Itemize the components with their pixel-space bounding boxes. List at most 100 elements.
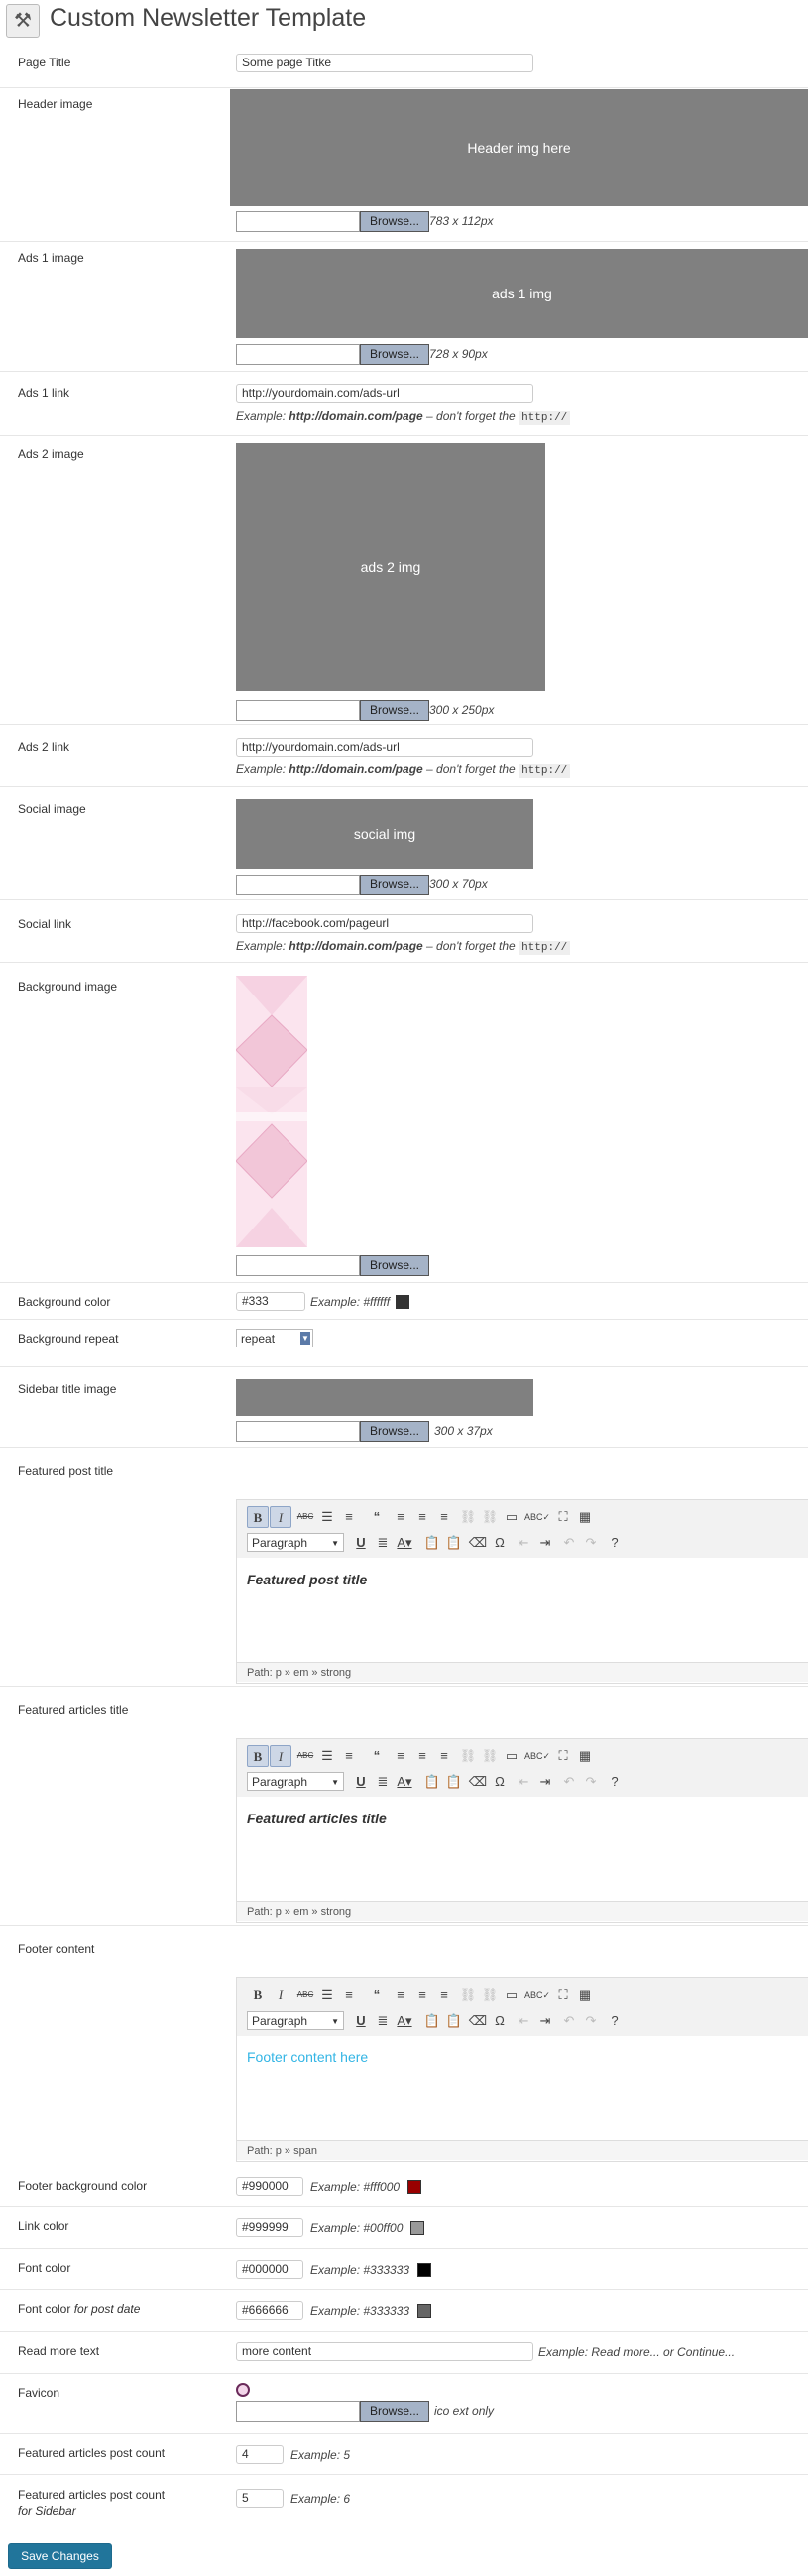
- header-image-file[interactable]: Browse...: [236, 211, 432, 232]
- file-input[interactable]: [236, 1255, 360, 1276]
- kitchen-sink-icon[interactable]: ▦: [574, 1745, 596, 1767]
- kitchen-sink-icon[interactable]: ▦: [574, 1984, 596, 2006]
- ads2-link-input[interactable]: [236, 738, 533, 757]
- ads1-link-input[interactable]: [236, 384, 533, 403]
- kitchen-sink-icon[interactable]: ▦: [574, 1506, 596, 1528]
- help-icon[interactable]: ?: [604, 1532, 626, 1554]
- redo-icon[interactable]: ↷: [580, 1532, 602, 1554]
- fullscreen-icon[interactable]: ⛶: [552, 1745, 574, 1767]
- font-color-input[interactable]: [236, 2260, 303, 2279]
- more-icon[interactable]: ▭: [501, 1506, 522, 1528]
- browse-button[interactable]: Browse...: [360, 2401, 429, 2422]
- link-icon[interactable]: ⛓: [457, 1984, 479, 2006]
- social-image-file[interactable]: Browse...: [236, 875, 432, 895]
- sidebar-post-count-input[interactable]: [236, 2489, 284, 2508]
- redo-icon[interactable]: ↷: [580, 1771, 602, 1793]
- special-char-icon[interactable]: Ω: [489, 2010, 511, 2032]
- fullscreen-icon[interactable]: ⛶: [552, 1984, 574, 2006]
- special-char-icon[interactable]: Ω: [489, 1771, 511, 1793]
- bold-icon[interactable]: B: [247, 1506, 269, 1528]
- ads2-image-file[interactable]: Browse...: [236, 700, 432, 721]
- align-right-icon[interactable]: ≡: [433, 1506, 455, 1528]
- bullet-list-icon[interactable]: ☰: [316, 1506, 338, 1528]
- bold-icon[interactable]: B: [247, 1745, 269, 1767]
- bold-icon[interactable]: B: [247, 1984, 269, 2006]
- file-input[interactable]: [236, 700, 360, 721]
- outdent-icon[interactable]: ⇤: [513, 1532, 534, 1554]
- remove-format-icon[interactable]: ⌫: [467, 2010, 489, 2032]
- format-select[interactable]: Paragraph ▼: [247, 1772, 344, 1791]
- blockquote-icon[interactable]: “: [366, 1506, 388, 1528]
- file-input[interactable]: [236, 2401, 360, 2422]
- align-left-icon[interactable]: ≡: [390, 1745, 411, 1767]
- align-left-icon[interactable]: ≡: [390, 1984, 411, 2006]
- bullet-list-icon[interactable]: ☰: [316, 1745, 338, 1767]
- numbered-list-icon[interactable]: ≡: [338, 1984, 360, 2006]
- indent-icon[interactable]: ⇥: [534, 1532, 556, 1554]
- help-icon[interactable]: ?: [604, 1771, 626, 1793]
- spellcheck-icon[interactable]: ABC✓: [524, 1745, 550, 1767]
- social-link-input[interactable]: [236, 914, 533, 933]
- more-icon[interactable]: ▭: [501, 1745, 522, 1767]
- justify-icon[interactable]: ≣: [372, 2010, 394, 2032]
- sidebar-title-image-file[interactable]: Browse...: [236, 1421, 432, 1442]
- background-repeat-select[interactable]: repeat ▼: [236, 1329, 313, 1347]
- link-color-input[interactable]: [236, 2218, 303, 2237]
- align-right-icon[interactable]: ≡: [433, 1984, 455, 2006]
- read-more-text-input[interactable]: [236, 2342, 533, 2361]
- special-char-icon[interactable]: Ω: [489, 1532, 511, 1554]
- browse-button[interactable]: Browse...: [360, 1421, 429, 1442]
- indent-icon[interactable]: ⇥: [534, 1771, 556, 1793]
- undo-icon[interactable]: ↶: [558, 2010, 580, 2032]
- featured-articles-title-editor[interactable]: B I ABC ☰ ≡ “ ≡ ≡ ≡ ⛓ ⛓ ▭ ABC✓ ⛶ ▦ Parag…: [236, 1738, 808, 1923]
- paste-text-icon[interactable]: 📋: [421, 2010, 443, 2032]
- browse-button[interactable]: Browse...: [360, 875, 429, 895]
- text-color-icon[interactable]: A▾: [394, 2010, 415, 2032]
- file-input[interactable]: [236, 875, 360, 895]
- format-select[interactable]: Paragraph ▼: [247, 2011, 344, 2030]
- italic-icon[interactable]: I: [270, 1984, 291, 2006]
- justify-icon[interactable]: ≣: [372, 1771, 394, 1793]
- align-center-icon[interactable]: ≡: [411, 1984, 433, 2006]
- page-title-input[interactable]: [236, 54, 533, 72]
- paste-text-icon[interactable]: 📋: [421, 1532, 443, 1554]
- undo-icon[interactable]: ↶: [558, 1532, 580, 1554]
- underline-icon[interactable]: U: [350, 1532, 372, 1554]
- undo-icon[interactable]: ↶: [558, 1771, 580, 1793]
- browse-button[interactable]: Browse...: [360, 211, 429, 232]
- featured-post-title-editor[interactable]: B I ABC ☰ ≡ “ ≡ ≡ ≡ ⛓ ⛓ ▭ ABC✓ ⛶ ▦ Parag…: [236, 1499, 808, 1684]
- strikethrough-icon[interactable]: ABC: [294, 1745, 316, 1767]
- numbered-list-icon[interactable]: ≡: [338, 1506, 360, 1528]
- numbered-list-icon[interactable]: ≡: [338, 1745, 360, 1767]
- italic-icon[interactable]: I: [270, 1506, 291, 1528]
- more-icon[interactable]: ▭: [501, 1984, 522, 2006]
- justify-icon[interactable]: ≣: [372, 1532, 394, 1554]
- text-color-icon[interactable]: A▾: [394, 1532, 415, 1554]
- align-center-icon[interactable]: ≡: [411, 1506, 433, 1528]
- browse-button[interactable]: Browse...: [360, 700, 429, 721]
- background-image-file[interactable]: Browse...: [236, 1255, 432, 1276]
- underline-icon[interactable]: U: [350, 1771, 372, 1793]
- file-input[interactable]: [236, 211, 360, 232]
- unlink-icon[interactable]: ⛓: [479, 1984, 501, 2006]
- remove-format-icon[interactable]: ⌫: [467, 1532, 489, 1554]
- file-input[interactable]: [236, 1421, 360, 1442]
- align-center-icon[interactable]: ≡: [411, 1745, 433, 1767]
- fullscreen-icon[interactable]: ⛶: [552, 1506, 574, 1528]
- format-select[interactable]: Paragraph ▼: [247, 1533, 344, 1552]
- blockquote-icon[interactable]: “: [366, 1984, 388, 2006]
- post-date-color-input[interactable]: [236, 2301, 303, 2320]
- indent-icon[interactable]: ⇥: [534, 2010, 556, 2032]
- text-color-icon[interactable]: A▾: [394, 1771, 415, 1793]
- underline-icon[interactable]: U: [350, 2010, 372, 2032]
- footer-bg-color-input[interactable]: [236, 2177, 303, 2196]
- bullet-list-icon[interactable]: ☰: [316, 1984, 338, 2006]
- post-count-input[interactable]: [236, 2445, 284, 2464]
- unlink-icon[interactable]: ⛓: [479, 1506, 501, 1528]
- spellcheck-icon[interactable]: ABC✓: [524, 1984, 550, 2006]
- italic-icon[interactable]: I: [270, 1745, 291, 1767]
- align-left-icon[interactable]: ≡: [390, 1506, 411, 1528]
- link-icon[interactable]: ⛓: [457, 1745, 479, 1767]
- redo-icon[interactable]: ↷: [580, 2010, 602, 2032]
- save-changes-button[interactable]: Save Changes: [8, 2543, 112, 2569]
